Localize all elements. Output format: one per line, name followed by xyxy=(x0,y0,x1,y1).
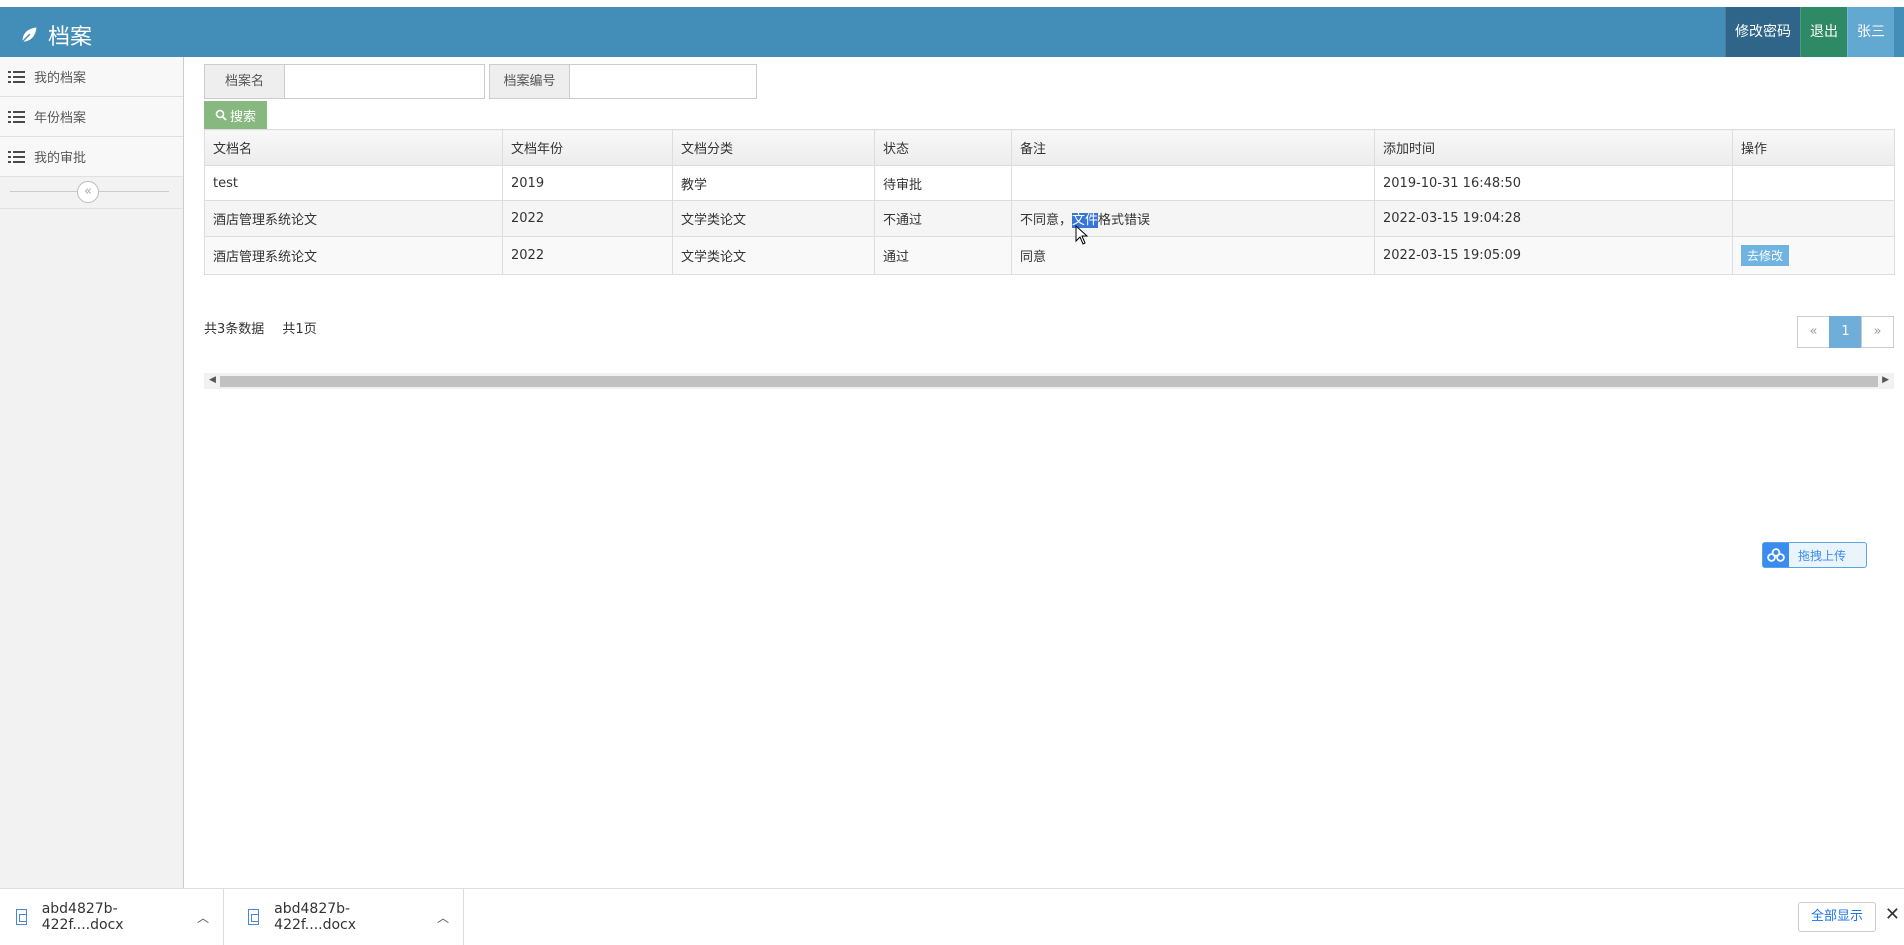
list-icon xyxy=(8,70,25,84)
remark-text: 格式错误 xyxy=(1098,213,1151,228)
total-pages: 共1页 xyxy=(282,322,317,337)
cell-name: 酒店管理系统论文 xyxy=(204,236,503,275)
column-header[interactable]: 文档分类 xyxy=(672,129,875,166)
download-item[interactable]: abd4827b-422f....docx ︿ xyxy=(0,889,224,945)
cell-time: 2022-03-15 19:04:28 xyxy=(1374,200,1733,237)
pagination: « 1 » xyxy=(1797,316,1894,348)
file-icon xyxy=(248,909,260,925)
archive-name-label: 档案名 xyxy=(205,65,285,98)
table-row: test 2019 教学 待审批 2019-10-31 16:48:50 xyxy=(204,165,1895,201)
table-row: 酒店管理系统论文 2022 文学类论文 通过 同意 2022-03-15 19:… xyxy=(204,236,1895,275)
cell-remark: 同意 xyxy=(1011,236,1375,275)
column-header[interactable]: 添加时间 xyxy=(1374,129,1733,166)
cell-remark xyxy=(1011,165,1375,201)
list-icon xyxy=(8,150,25,164)
column-header[interactable]: 备注 xyxy=(1011,129,1375,166)
remark-text: 不同意， xyxy=(1020,213,1073,228)
cell-status: 待审批 xyxy=(874,165,1012,201)
column-header[interactable]: 文档年份 xyxy=(502,129,673,166)
table-summary: 共3条数据 共1页 xyxy=(204,318,331,337)
edit-button[interactable]: 去修改 xyxy=(1741,245,1790,266)
sidebar: 我的档案 年份档案 我的审批 « xyxy=(0,57,184,888)
sidebar-item-label: 我的审批 xyxy=(34,151,87,166)
archive-table: 文档名 文档年份 文档分类 状态 备注 添加时间 操作 test 2019 教学… xyxy=(204,129,1895,275)
horizontal-scrollbar[interactable]: ◀ ▶ xyxy=(204,373,1894,389)
download-filename: abd4827b-422f....docx xyxy=(274,901,357,933)
sidebar-collapse-button[interactable]: « xyxy=(77,181,99,203)
cell-name: 酒店管理系统论文 xyxy=(204,200,503,237)
change-password-button[interactable]: 修改密码 xyxy=(1725,7,1800,57)
brand[interactable]: 档案 xyxy=(18,19,92,51)
sidebar-item-my-approvals[interactable]: 我的审批 xyxy=(0,137,183,177)
download-filename: abd4827b-422f....docx xyxy=(41,901,124,933)
search-icon xyxy=(215,109,227,121)
cell-category: 文学类论文 xyxy=(672,236,875,275)
cloud-upload-icon xyxy=(1763,543,1789,567)
cell-year: 2022 xyxy=(502,236,673,275)
prev-page-button[interactable]: « xyxy=(1797,316,1830,348)
scrollbar-thumb[interactable] xyxy=(220,376,1878,387)
cell-time: 2019-10-31 16:48:50 xyxy=(1374,165,1733,201)
cell-status: 通过 xyxy=(874,236,1012,275)
leaf-icon xyxy=(20,25,39,44)
archive-number-input[interactable] xyxy=(570,65,756,98)
chevron-up-icon[interactable]: ︿ xyxy=(437,909,449,926)
cell-action xyxy=(1732,165,1895,201)
list-icon xyxy=(8,110,25,124)
cell-year: 2019 xyxy=(502,165,673,201)
column-header[interactable]: 状态 xyxy=(874,129,1012,166)
cell-category: 教学 xyxy=(672,165,875,201)
sidebar-collapse-row: « xyxy=(0,177,183,209)
logout-button[interactable]: 退出 xyxy=(1800,7,1847,57)
user-menu-button[interactable]: 张三 xyxy=(1847,7,1894,57)
chevron-up-icon[interactable]: ︿ xyxy=(197,909,209,926)
table-row: 酒店管理系统论文 2022 文学类论文 不通过 不同意，文件格式错误 2022-… xyxy=(204,200,1895,237)
sidebar-item-year-archives[interactable]: 年份档案 xyxy=(0,97,183,137)
archive-name-group: 档案名 xyxy=(204,64,485,99)
cell-action xyxy=(1732,200,1895,237)
drag-upload-button[interactable]: 拖拽上传 xyxy=(1762,542,1867,568)
column-header[interactable]: 操作 xyxy=(1732,129,1895,166)
main-content: 档案名 档案编号 搜索 文档名 文档年份 文档分类 状态 备注 添加时间 操作 xyxy=(204,64,1895,275)
sidebar-item-my-archives[interactable]: 我的档案 xyxy=(0,57,183,97)
cell-category: 文学类论文 xyxy=(672,200,875,237)
archive-number-label: 档案编号 xyxy=(490,65,570,98)
archive-name-input[interactable] xyxy=(285,65,484,98)
cell-remark: 不同意，文件格式错误 xyxy=(1011,200,1375,237)
cell-year: 2022 xyxy=(502,200,673,237)
cell-name: test xyxy=(204,165,503,201)
show-all-downloads-button[interactable]: 全部显示 xyxy=(1797,902,1876,932)
table-header-row: 文档名 文档年份 文档分类 状态 备注 添加时间 操作 xyxy=(204,129,1895,166)
close-icon[interactable]: ✕ xyxy=(1885,904,1900,925)
sidebar-item-label: 年份档案 xyxy=(34,111,87,126)
scroll-left-icon[interactable]: ◀ xyxy=(209,375,216,385)
cell-status: 不通过 xyxy=(874,200,1012,237)
download-bar: abd4827b-422f....docx ︿ abd4827b-422f...… xyxy=(0,888,1904,945)
mouse-cursor-icon xyxy=(1075,225,1089,245)
download-item[interactable]: abd4827b-422f....docx ︿ xyxy=(232,889,464,945)
app-title: 档案 xyxy=(48,25,93,50)
page-button[interactable]: 1 xyxy=(1829,316,1862,348)
archive-number-group: 档案编号 xyxy=(489,64,757,99)
next-page-button[interactable]: » xyxy=(1861,316,1894,348)
top-navbar: 档案 修改密码 退出 张三 xyxy=(0,7,1904,57)
sidebar-item-label: 我的档案 xyxy=(34,71,87,86)
total-records: 共3条数据 xyxy=(204,322,265,337)
cell-time: 2022-03-15 19:05:09 xyxy=(1374,236,1733,275)
search-button[interactable]: 搜索 xyxy=(204,101,267,129)
column-header[interactable]: 文档名 xyxy=(204,129,503,166)
cell-action: 去修改 xyxy=(1732,236,1895,275)
upload-label: 拖拽上传 xyxy=(1798,548,1847,563)
search-form: 档案名 档案编号 xyxy=(204,64,1894,99)
file-icon xyxy=(16,909,27,925)
scroll-right-icon[interactable]: ▶ xyxy=(1882,375,1889,385)
search-button-label: 搜索 xyxy=(229,108,256,124)
